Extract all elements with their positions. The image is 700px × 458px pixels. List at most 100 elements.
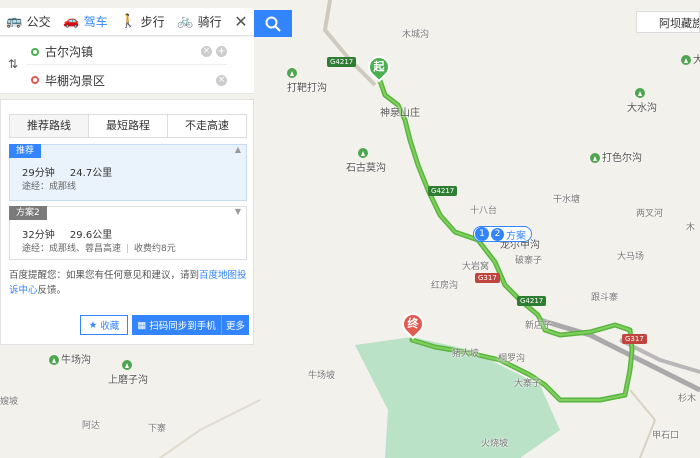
- search-icon: [265, 16, 281, 32]
- swap-icon[interactable]: ⇅: [8, 57, 18, 71]
- start-dot-icon: [31, 47, 39, 56]
- plan-summary: 29分钟 24.7公里: [22, 164, 124, 179]
- mode-walk[interactable]: 🚶 步行: [114, 8, 171, 35]
- mode-car[interactable]: 🚗 驾车: [57, 8, 114, 35]
- start-field[interactable]: 古尔沟镇 × +: [27, 39, 227, 65]
- place-label: 两叉河: [636, 209, 664, 219]
- scenic-icon: [635, 88, 645, 98]
- walk-icon: 🚶: [120, 14, 137, 29]
- action-buttons: ★ 收藏 ▦ 扫码同步到手机 更多: [80, 315, 249, 335]
- route-tag[interactable]: 1 2 方案: [473, 226, 532, 242]
- route-results-panel: 推荐路线 最短路程 不走高速 推荐 ▲ 29分钟 24.7公里 途经：成那线 方…: [0, 99, 254, 345]
- plan-distance: 29.6公里: [69, 230, 113, 241]
- tab-recommended[interactable]: 推荐路线: [10, 115, 89, 137]
- search-button[interactable]: [254, 10, 292, 37]
- end-input[interactable]: 毕棚沟景区: [45, 72, 212, 89]
- place-label: 红房沟: [431, 281, 459, 291]
- place-label: 火烧坡: [481, 439, 509, 449]
- place-label[interactable]: 石古莫沟: [346, 148, 386, 174]
- plan-tag: 推荐: [9, 144, 42, 158]
- place-label: 木: [686, 223, 696, 233]
- start-pin-label: 起: [373, 60, 385, 73]
- more-button[interactable]: 更多: [222, 315, 249, 335]
- start-pin[interactable]: 起: [363, 51, 395, 83]
- route-inputs: ⇅ 古尔沟镇 × + 毕棚沟景区 ×: [0, 37, 254, 94]
- road-badge: G4217: [327, 57, 357, 67]
- mode-label: 驾车: [83, 15, 108, 29]
- place-label[interactable]: 打色尔沟: [590, 149, 642, 164]
- plan-toll: 收费约8元: [134, 244, 176, 254]
- star-icon: ★: [88, 319, 98, 331]
- bike-icon: 🚲: [177, 14, 194, 29]
- feedback-tip: 百度提醒您：如果您有任何意见和建议，请到百度地图投诉中心反馈。: [9, 268, 249, 298]
- plan-time: 29分钟: [22, 168, 55, 179]
- place-label: 大寨子: [514, 379, 542, 389]
- place-label: 嫂坡: [0, 397, 19, 407]
- place-label[interactable]: 大水: [681, 51, 700, 66]
- road-grey-2: [539, 317, 700, 393]
- add-waypoint-icon[interactable]: +: [216, 46, 227, 57]
- place-label: 甲石口: [652, 431, 680, 441]
- place-label: 跟斗寨: [591, 293, 619, 303]
- place-label: 猪大坡: [452, 349, 480, 359]
- place-label: 破寨子: [515, 256, 543, 266]
- place-label: 十八台: [470, 206, 498, 216]
- place-label[interactable]: 神泉山庄: [380, 104, 420, 119]
- chevron-down-icon[interactable]: ▼: [235, 207, 241, 216]
- place-label[interactable]: 打靶打沟: [287, 68, 327, 94]
- place-label: 桐罗沟: [498, 354, 526, 364]
- road-thin-2: [159, 399, 261, 458]
- road-badge: G317: [475, 273, 500, 283]
- divider: [127, 244, 129, 253]
- place-label: 新店子: [525, 321, 553, 331]
- favorite-label: 收藏: [100, 321, 120, 332]
- place-label[interactable]: 大水沟: [627, 88, 657, 114]
- close-icon[interactable]: ✕: [228, 8, 254, 35]
- mode-label: 步行: [140, 15, 165, 29]
- tab-shortest[interactable]: 最短路程: [89, 115, 168, 137]
- road-badge: G4217: [517, 296, 547, 306]
- place-label: 牛场坡: [308, 371, 336, 381]
- road-thin-1: [629, 389, 657, 458]
- tip-text-end: 反馈。: [37, 285, 67, 296]
- scenic-icon: [287, 68, 297, 78]
- place-label: 大马场: [617, 252, 645, 262]
- place-label: 木城沟: [402, 30, 430, 40]
- favorite-button[interactable]: ★ 收藏: [80, 315, 128, 335]
- end-pin[interactable]: 终: [397, 308, 429, 340]
- clear-icon[interactable]: ×: [216, 74, 227, 86]
- mode-label: 公交: [26, 15, 51, 29]
- route-plan-1[interactable]: 推荐 ▲ 29分钟 24.7公里 途经：成那线: [9, 144, 247, 201]
- plan-distance: 24.7公里: [69, 168, 113, 179]
- bus-icon: 🚌: [6, 14, 23, 29]
- scenic-icon: [49, 355, 59, 365]
- scan-sync-button[interactable]: ▦ 扫码同步到手机: [132, 315, 222, 335]
- place-label: 大岩窝: [462, 262, 490, 272]
- route-plan-2[interactable]: 方案2 ▼ 32分钟 29.6公里 途经：成那线、蓉昌高速 收费约8元: [9, 206, 247, 260]
- region-label[interactable]: 阿坝藏族羌: [636, 11, 700, 33]
- route-tag-num1: 1: [475, 227, 489, 241]
- plan-time: 32分钟: [22, 230, 55, 241]
- route-tag-num2: 2: [491, 227, 504, 241]
- plan-via: 途经：成那线、蓉昌高速: [22, 244, 122, 254]
- start-input[interactable]: 古尔沟镇: [45, 43, 197, 60]
- chevron-up-icon[interactable]: ▲: [235, 145, 241, 154]
- scenic-icon: [590, 153, 600, 163]
- tab-no-highway[interactable]: 不走高速: [168, 115, 246, 137]
- place-label: 干水塘: [553, 195, 581, 205]
- place-label: 阿达: [82, 421, 101, 431]
- route-tabs: 推荐路线 最短路程 不走高速: [9, 114, 247, 138]
- end-field[interactable]: 毕棚沟景区 ×: [27, 67, 227, 93]
- place-label[interactable]: 上磨子沟: [108, 360, 148, 386]
- road-badge: G4217: [428, 186, 458, 196]
- place-label[interactable]: 牛场沟: [49, 351, 91, 366]
- mode-bike[interactable]: 🚲 骑行: [171, 8, 228, 35]
- travel-mode-bar: 🚌 公交 🚗 驾车 🚶 步行 🚲 骑行 ✕: [0, 8, 254, 36]
- plan-tag: 方案2: [9, 206, 47, 220]
- car-icon: 🚗: [63, 14, 80, 29]
- mode-label: 骑行: [197, 15, 222, 29]
- clear-icon[interactable]: ×: [201, 46, 212, 57]
- mode-bus[interactable]: 🚌 公交: [0, 8, 57, 35]
- end-dot-icon: [31, 76, 39, 84]
- plan-via: 途经：成那线: [22, 182, 77, 192]
